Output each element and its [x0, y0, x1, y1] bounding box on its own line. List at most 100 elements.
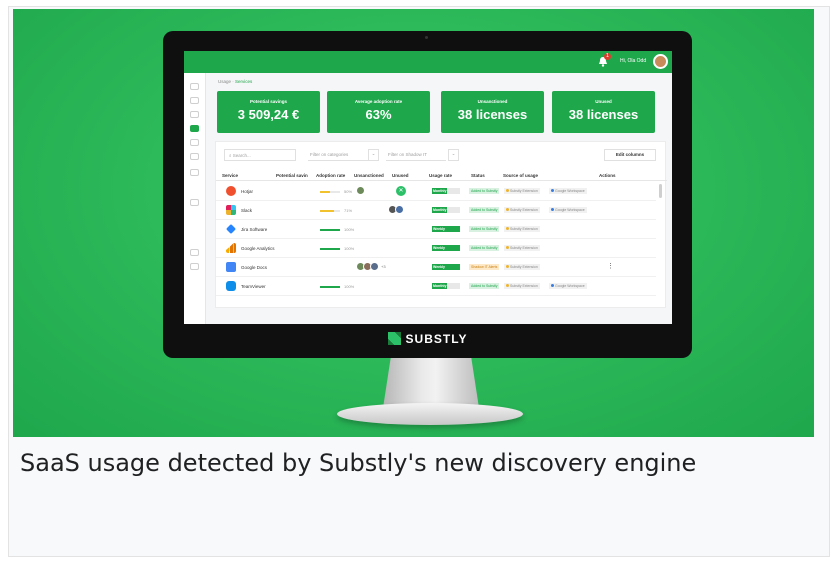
status-badge: Added to Substly — [469, 188, 500, 194]
table-row[interactable]: Google Analytics 100% Weekly Added to Su… — [216, 239, 656, 258]
source-label: Google Workspace — [555, 208, 585, 212]
hotjar-icon — [226, 186, 236, 196]
hero-image: 1 Hi, Ola Odd Usage · Services Potential… — [13, 9, 814, 437]
source-label: Google Workspace — [555, 189, 585, 193]
monitor-screen: 1 Hi, Ola Odd Usage · Services Potential… — [184, 51, 672, 324]
service-name[interactable]: Hotjar — [241, 189, 253, 194]
kpi-title: Average adoption rate — [354, 99, 403, 104]
usage-label: Weekly — [432, 226, 460, 232]
home-icon[interactable] — [190, 83, 199, 90]
unused-avatars[interactable] — [388, 205, 404, 215]
users-icon[interactable] — [190, 111, 199, 118]
services-icon[interactable] — [190, 125, 199, 132]
source-extension-tag: Substly Extension — [504, 245, 540, 251]
search-placeholder: Search... — [232, 153, 251, 158]
usage-bar: Monthly — [432, 207, 460, 213]
building-icon[interactable] — [190, 97, 199, 104]
services-panel: ⌕ Search... Filter on categories ⌄ Filte… — [215, 141, 667, 308]
document-icon[interactable] — [190, 169, 199, 176]
usage-label: Monthly — [432, 283, 448, 289]
col-potential-savings[interactable]: Potential savin — [276, 173, 308, 178]
service-name[interactable]: Jira Software — [241, 227, 267, 232]
adoption-bar — [320, 229, 340, 231]
kpi-value: 38 licenses — [457, 107, 528, 122]
status-badge: Shadow IT Alerts — [469, 264, 500, 270]
service-name[interactable]: Google Docs — [241, 265, 267, 270]
service-name[interactable]: TeamViewer — [241, 284, 266, 289]
col-adoption-rate[interactable]: Adoption rate — [316, 173, 345, 178]
status-badge: Added to Substly — [469, 245, 500, 251]
extension-dot-icon — [506, 189, 509, 192]
analytics-icon — [226, 243, 236, 253]
col-usage-rate[interactable]: Usage rate — [429, 173, 452, 178]
breadcrumb-root[interactable]: Usage — [218, 79, 231, 84]
google-dot-icon — [551, 284, 554, 287]
col-source[interactable]: Source of usage — [503, 173, 538, 178]
gear-icon[interactable] — [190, 263, 199, 270]
user-icon[interactable] — [190, 249, 199, 256]
kebab-menu-icon[interactable]: ⋮ — [607, 263, 614, 271]
usage-bar: Monthly — [432, 188, 460, 194]
extension-dot-icon — [506, 227, 509, 230]
more-count[interactable]: +3 — [381, 264, 386, 269]
source-label: Substly Extension — [510, 208, 538, 212]
source-google-tag: Google Workspace — [549, 207, 587, 213]
usage-bar: Weekly — [432, 245, 460, 251]
col-service[interactable]: Service — [222, 173, 238, 178]
source-label: Substly Extension — [510, 227, 538, 231]
table-row[interactable]: Google Docs +3 Weekly Shadow IT Alerts S… — [216, 258, 656, 277]
kpi-title: Unsanctioned — [477, 99, 508, 104]
avatar — [356, 186, 365, 195]
table-row[interactable]: Slack 71% Monthly Added to Substly Subst… — [216, 201, 656, 220]
monitor-stand-base — [337, 403, 523, 425]
avatar — [395, 205, 404, 214]
filter-categories-select[interactable]: Filter on categories — [308, 149, 368, 161]
col-unused[interactable]: Unused — [392, 173, 409, 178]
user-greeting[interactable]: Hi, Ola Odd — [620, 58, 646, 64]
adoption-percent: 100% — [344, 246, 355, 251]
scrollbar[interactable] — [659, 184, 662, 198]
source-label: Substly Extension — [510, 284, 538, 288]
adoption-fill — [320, 210, 334, 212]
col-unsanctioned[interactable]: Unsanctioned — [354, 173, 384, 178]
table-row[interactable]: TeamViewer 100% Monthly Added to Substly… — [216, 277, 656, 296]
adoption-fill — [320, 286, 340, 288]
chevron-down-icon[interactable]: ⌄ — [368, 149, 379, 161]
adoption-bar — [320, 286, 340, 288]
table-row[interactable]: Jira Software 100% Weekly Added to Subst… — [216, 220, 656, 239]
col-actions: Actions — [599, 173, 616, 178]
usage-label: Monthly — [432, 188, 448, 194]
adoption-percent: 100% — [344, 227, 355, 232]
kpi-value: 63% — [365, 107, 392, 122]
extension-dot-icon — [506, 284, 509, 287]
usage-label: Weekly — [432, 264, 460, 270]
monitor-bezel: 1 Hi, Ola Odd Usage · Services Potential… — [163, 31, 692, 358]
kpi-adoption-rate: Average adoption rate 63% — [327, 91, 430, 133]
source-extension-tag: Substly Extension — [504, 283, 540, 289]
status-badge: Added to Substly — [469, 226, 500, 232]
service-name[interactable]: Slack — [241, 208, 252, 213]
adoption-bar — [320, 210, 340, 212]
chart-icon[interactable] — [190, 153, 199, 160]
chevron-down-icon[interactable]: ⌄ — [448, 149, 459, 161]
breadcrumb-current: Services — [235, 79, 253, 84]
source-google-tag: Google Workspace — [549, 283, 587, 289]
unsanctioned-avatars[interactable]: +3 — [356, 262, 386, 272]
source-extension-tag: Substly Extension — [504, 207, 540, 213]
avatar[interactable] — [653, 54, 668, 69]
filter-shadow-select[interactable]: Filter on Shadow IT — [386, 149, 446, 161]
unsanctioned-avatars[interactable] — [356, 186, 365, 196]
col-status[interactable]: Status — [471, 173, 485, 178]
search-input[interactable]: ⌕ Search... — [224, 149, 296, 161]
figure-caption: SaaS usage detected by Substly's new dis… — [20, 449, 697, 477]
usage-label: Weekly — [432, 245, 460, 251]
calendar-icon[interactable] — [190, 199, 199, 206]
source-extension-tag: Substly Extension — [504, 226, 540, 232]
service-name[interactable]: Google Analytics — [241, 246, 275, 251]
source-label: Substly Extension — [510, 189, 538, 193]
kpi-value: 38 licenses — [568, 107, 639, 122]
edit-columns-button[interactable]: Edit columns — [604, 149, 656, 161]
source-label: Substly Extension — [510, 265, 538, 269]
table-row[interactable]: Hotjar 50% ✕ Monthly Added to Substly Su… — [216, 182, 656, 201]
grid-icon[interactable] — [190, 139, 199, 146]
